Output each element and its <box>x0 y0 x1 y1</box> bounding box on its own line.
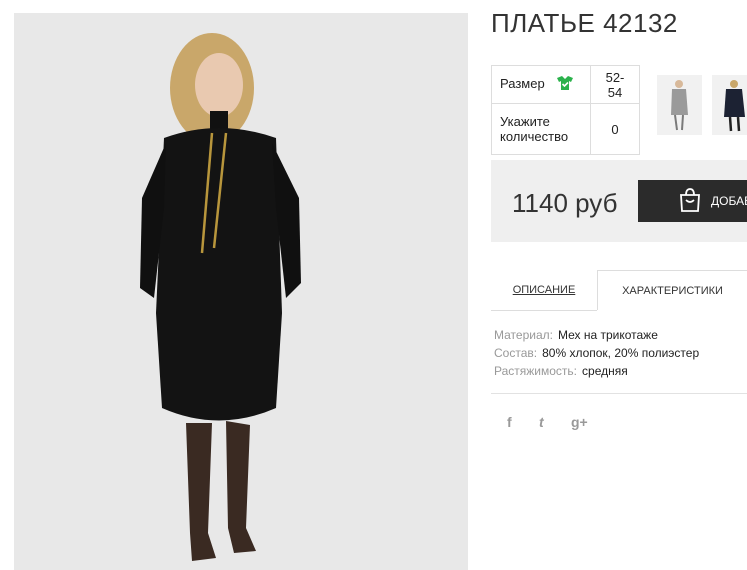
price-panel: 1140 руб ДОБАВ <box>491 160 747 242</box>
characteristic-material: Материал: Мех на трикотаже <box>494 326 699 344</box>
thumbnail-2[interactable] <box>712 75 747 135</box>
shopping-bag-icon <box>678 187 702 216</box>
size-chart-icon[interactable] <box>556 75 574 94</box>
size-label-cell: Размер <box>491 65 591 104</box>
quantity-input[interactable]: 0 <box>590 103 640 155</box>
thumbnail-1[interactable] <box>657 75 702 135</box>
product-price: 1140 руб <box>512 188 618 218</box>
product-title: ПЛАТЬЕ 42132 <box>491 8 678 38</box>
characteristic-key: Растяжимость: <box>494 364 578 378</box>
facebook-icon[interactable]: f <box>507 414 512 430</box>
quantity-label: Укажите количество <box>491 103 591 155</box>
size-label: Размер <box>500 75 545 91</box>
add-to-cart-label: ДОБАВ <box>711 194 747 208</box>
tab-characteristics[interactable]: ХАРАКТЕРИСТИКИ <box>597 270 747 310</box>
product-tabs: ОПИСАНИЕ ХАРАКТЕРИСТИКИ <box>491 270 747 310</box>
size-row: Размер 52-54 <box>491 65 640 104</box>
add-to-cart-button[interactable]: ДОБАВ <box>638 180 747 222</box>
quantity-row: Укажите количество 0 <box>491 103 640 155</box>
size-value[interactable]: 52-54 <box>590 65 640 104</box>
section-divider <box>491 393 747 394</box>
characteristic-composition: Состав: 80% хлопок, 20% полиэстер <box>494 344 699 362</box>
characteristic-value: Мех на трикотаже <box>557 328 658 342</box>
google-plus-icon[interactable]: g+ <box>571 414 588 430</box>
characteristics-list: Материал: Мех на трикотаже Состав: 80% хло… <box>494 326 699 380</box>
characteristic-key: Состав: <box>494 346 538 360</box>
characteristic-stretch: Растяжимость: средняя <box>494 362 699 380</box>
twitter-icon[interactable]: t <box>539 414 544 430</box>
characteristic-value: средняя <box>582 364 628 378</box>
product-options-table: Размер 52-54 Укажите количество 0 <box>491 65 640 155</box>
tab-divider <box>491 310 597 311</box>
characteristic-value: 80% хлопок, 20% полиэстер <box>542 346 700 360</box>
characteristic-key: Материал: <box>494 328 553 342</box>
product-main-image[interactable] <box>14 13 468 570</box>
tab-description[interactable]: ОПИСАНИЕ <box>491 270 597 310</box>
